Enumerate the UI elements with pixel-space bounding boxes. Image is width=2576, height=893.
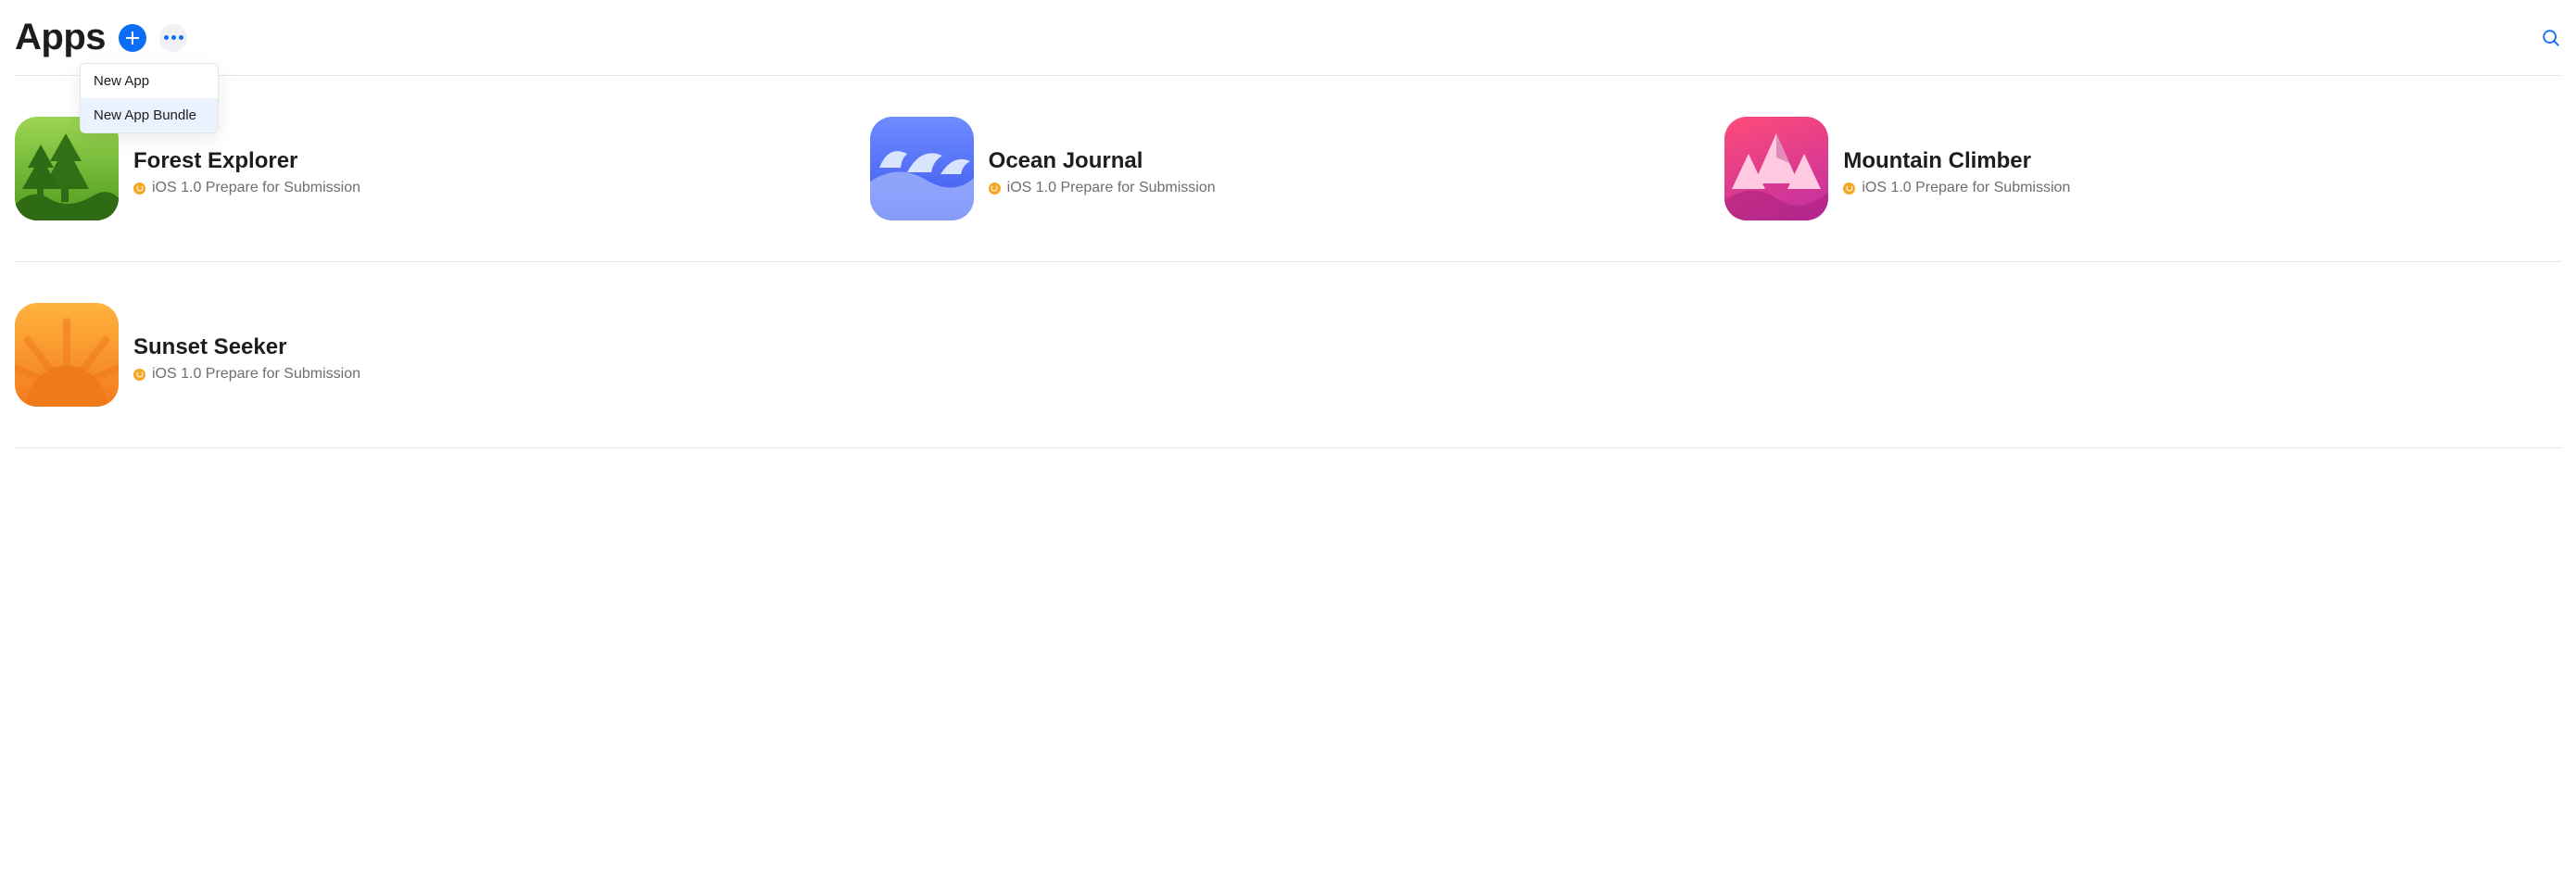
app-name: Ocean Journal	[989, 148, 1216, 174]
app-card-ocean-journal[interactable]: Ocean Journal iOS 1.0 Prepare for Submis…	[870, 117, 1707, 220]
app-status: iOS 1.0 Prepare for Submission	[1843, 180, 2070, 196]
app-name: Forest Explorer	[133, 148, 360, 174]
status-pending-icon	[989, 182, 1001, 195]
search-icon[interactable]	[2541, 28, 2561, 48]
app-icon	[15, 303, 119, 407]
app-icon	[870, 117, 974, 220]
menu-item-new-app-bundle[interactable]: New App Bundle	[81, 98, 218, 132]
page-title: Apps	[15, 17, 106, 58]
app-status: iOS 1.0 Prepare for Submission	[989, 180, 1216, 196]
header: Apps New App New App Bundle	[15, 9, 2561, 76]
status-pending-icon	[133, 182, 145, 195]
status-text: iOS 1.0 Prepare for Submission	[1862, 180, 2070, 196]
status-pending-icon	[133, 369, 145, 381]
app-status: iOS 1.0 Prepare for Submission	[133, 366, 360, 383]
app-card-sunset-seeker[interactable]: Sunset Seeker iOS 1.0 Prepare for Submis…	[15, 303, 852, 407]
status-text: iOS 1.0 Prepare for Submission	[1007, 180, 1216, 196]
add-app-button[interactable]	[119, 24, 146, 52]
more-button[interactable]	[159, 24, 187, 52]
ellipsis-icon	[164, 35, 169, 40]
app-status: iOS 1.0 Prepare for Submission	[133, 180, 360, 196]
status-text: iOS 1.0 Prepare for Submission	[152, 180, 360, 196]
apps-row: Sunset Seeker iOS 1.0 Prepare for Submis…	[15, 262, 2561, 448]
apps-row: Forest Explorer iOS 1.0 Prepare for Subm…	[15, 76, 2561, 262]
app-card-mountain-climber[interactable]: Mountain Climber iOS 1.0 Prepare for Sub…	[1724, 117, 2561, 220]
more-dropdown: New App New App Bundle	[80, 63, 219, 133]
status-text: iOS 1.0 Prepare for Submission	[152, 366, 360, 383]
app-info: Mountain Climber iOS 1.0 Prepare for Sub…	[1843, 117, 2070, 196]
app-name: Mountain Climber	[1843, 148, 2070, 174]
app-name: Sunset Seeker	[133, 334, 360, 360]
menu-item-new-app[interactable]: New App	[81, 64, 218, 98]
apps-grid: Forest Explorer iOS 1.0 Prepare for Subm…	[15, 76, 2561, 448]
app-icon	[1724, 117, 1828, 220]
app-info: Sunset Seeker iOS 1.0 Prepare for Submis…	[133, 303, 360, 383]
plus-icon	[125, 31, 140, 45]
status-pending-icon	[1843, 182, 1855, 195]
app-info: Ocean Journal iOS 1.0 Prepare for Submis…	[989, 117, 1216, 196]
search-area	[2541, 28, 2561, 48]
